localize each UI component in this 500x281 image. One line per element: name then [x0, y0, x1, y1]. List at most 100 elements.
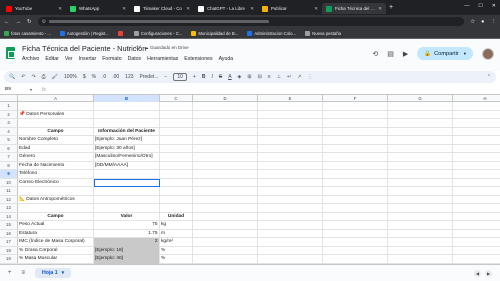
zoom-select[interactable]: 100% — [64, 74, 77, 80]
grid-cell[interactable] — [323, 136, 388, 145]
grid-cell[interactable] — [258, 119, 323, 128]
grid-cell[interactable] — [160, 144, 193, 153]
menu-item[interactable]: Herramientas — [147, 56, 178, 62]
grid-cell[interactable] — [258, 102, 323, 111]
column-header[interactable]: C — [160, 95, 193, 102]
grid-cell[interactable]: [Ejemplo: 40] — [94, 255, 160, 264]
grid-cell[interactable] — [388, 170, 453, 179]
font-size-input[interactable]: 10 — [173, 73, 187, 81]
grid-cell[interactable] — [323, 144, 388, 153]
grid-cell[interactable] — [388, 246, 453, 255]
grid-cell[interactable] — [94, 178, 160, 187]
grid-cell[interactable] — [323, 153, 388, 162]
grid-cell[interactable] — [388, 195, 453, 204]
grid-cell[interactable] — [258, 195, 323, 204]
close-tab-icon[interactable]: ✕ — [58, 6, 62, 12]
close-tab-icon[interactable]: ✕ — [122, 6, 126, 12]
grid-cell[interactable]: % Grasa Corporal — [18, 246, 94, 255]
site-info-icon[interactable]: ⚙ — [42, 19, 46, 25]
grid-cell[interactable] — [160, 127, 193, 136]
grid-cell[interactable]: Campo — [18, 127, 94, 136]
grid-cell[interactable] — [258, 212, 323, 221]
grid-cell[interactable] — [94, 170, 160, 179]
grid-cell[interactable] — [193, 255, 258, 264]
grid-cell[interactable]: [Ejemplo: 30 años] — [94, 144, 160, 153]
grid-cell[interactable] — [193, 229, 258, 238]
number-format-button[interactable]: 123 — [125, 74, 133, 80]
grid-cell[interactable] — [453, 170, 500, 179]
row-header[interactable]: 16 — [0, 229, 18, 237]
avatar[interactable] — [482, 47, 494, 60]
grid-cell[interactable] — [193, 178, 258, 187]
grid-cell[interactable] — [323, 195, 388, 204]
row-header[interactable]: 14 — [0, 212, 18, 220]
grid-cell[interactable]: Teléfono — [18, 170, 94, 179]
grid-cell[interactable]: 2 — [94, 238, 160, 247]
grid-cell[interactable] — [453, 247, 500, 256]
italic-button[interactable]: I — [211, 74, 212, 80]
grid-cell[interactable]: % Masa Muscular — [18, 255, 94, 264]
font-select[interactable]: Predet... — [140, 74, 159, 80]
grid-cell[interactable] — [388, 119, 453, 128]
align-left-icon[interactable]: ≡ — [268, 74, 271, 80]
grid-cell[interactable] — [258, 187, 323, 196]
bookmark-star-icon[interactable]: ☆ — [470, 19, 475, 25]
row-header[interactable]: 4 — [0, 127, 18, 135]
grid-cell[interactable]: IMC (Índice de Masa Corporal) — [18, 238, 94, 247]
grid-cell[interactable]: Valor — [94, 212, 160, 221]
bookmark-item[interactable] — [117, 30, 125, 36]
all-sheets-button[interactable]: ≡ — [22, 270, 26, 276]
grid-cell[interactable] — [323, 221, 388, 230]
grid-cell[interactable] — [160, 110, 193, 119]
sheets-logo-icon[interactable] — [6, 47, 15, 59]
row-header[interactable]: 2 — [0, 110, 18, 118]
currency-button[interactable]: $ — [83, 74, 86, 80]
share-button[interactable]: 🔒 Compartir ▾ — [417, 47, 473, 60]
grid-cell[interactable] — [193, 136, 258, 145]
grid-cell[interactable] — [258, 238, 323, 247]
browser-tab[interactable]: Ficha Técnica del Pac ✕ — [322, 3, 386, 14]
grid-cell[interactable] — [258, 144, 323, 153]
grid-cell[interactable]: kg/m² — [160, 238, 193, 247]
grid-cell[interactable] — [388, 212, 453, 221]
bold-button[interactable]: B — [202, 74, 206, 80]
grid-cell[interactable] — [453, 145, 500, 154]
grid-cell[interactable] — [453, 136, 500, 145]
grid-cell[interactable] — [323, 119, 388, 128]
grid-cell[interactable] — [193, 153, 258, 162]
grid-cell[interactable] — [453, 238, 500, 247]
menu-item[interactable]: Datos — [128, 56, 142, 62]
forward-icon[interactable]: → — [16, 19, 22, 25]
minimize-icon[interactable]: — — [464, 3, 469, 9]
grid-cell[interactable] — [258, 229, 323, 238]
grid-cell[interactable] — [193, 187, 258, 196]
grid-cell[interactable] — [193, 110, 258, 119]
grid-cell[interactable]: 📌 Datos Personales — [18, 110, 94, 119]
move-folder-icon[interactable]: ▭ — [135, 45, 140, 51]
grid-cell[interactable] — [388, 144, 453, 153]
more-options-icon[interactable]: ⋮ — [307, 74, 312, 80]
grid-cell[interactable]: Correo Electrónico — [18, 178, 94, 187]
grid-cell[interactable] — [453, 187, 500, 196]
grid-cell[interactable] — [453, 221, 500, 230]
grid-cell[interactable] — [160, 178, 193, 187]
grid-cell[interactable] — [388, 136, 453, 145]
grid-cell[interactable]: Género — [18, 153, 94, 162]
grid-cell[interactable] — [193, 246, 258, 255]
grid-cell[interactable] — [388, 102, 453, 111]
grid-cell[interactable]: Campo — [18, 212, 94, 221]
select-all-corner[interactable] — [0, 95, 18, 102]
close-tab-icon[interactable]: ✕ — [378, 6, 382, 12]
chevron-down-icon[interactable]: ▾ — [62, 270, 65, 276]
grid-cell[interactable] — [193, 221, 258, 230]
row-header[interactable]: 11 — [0, 187, 18, 195]
grid-cell[interactable] — [258, 127, 323, 136]
grid-cell[interactable] — [388, 110, 453, 119]
grid-cell[interactable] — [193, 212, 258, 221]
close-tab-icon[interactable]: ✕ — [250, 6, 254, 12]
close-window-icon[interactable]: ✕ — [492, 3, 496, 9]
grid-cell[interactable] — [453, 111, 500, 120]
increase-decimals-button[interactable]: .00 — [112, 74, 119, 80]
row-header[interactable]: 10 — [0, 178, 18, 186]
grid-cell[interactable] — [94, 195, 160, 204]
